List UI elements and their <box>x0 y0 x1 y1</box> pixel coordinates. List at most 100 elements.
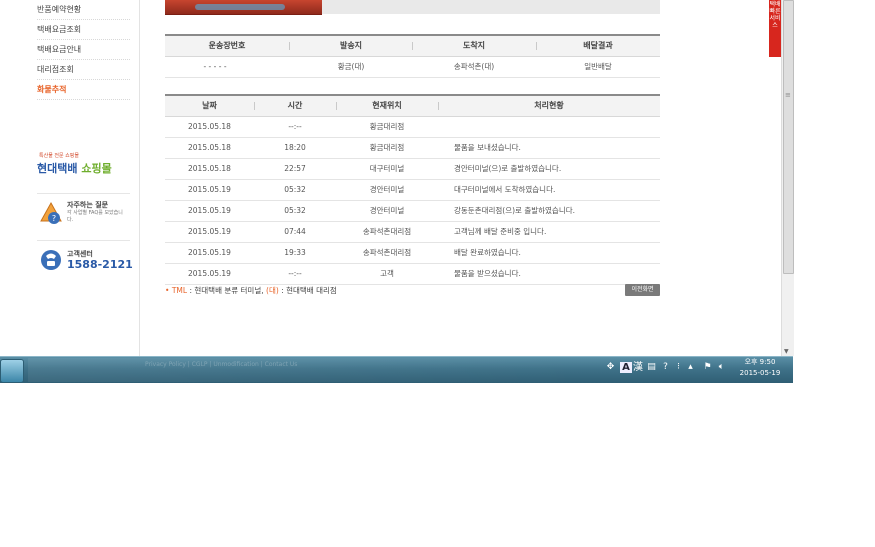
vertical-scrollbar[interactable]: ▼ <box>781 0 794 356</box>
delivery-result-value: 일반배달 <box>584 62 612 71</box>
row-location: 고객 <box>380 269 394 278</box>
row-location: 황금대리점 <box>369 143 405 152</box>
faq-link[interactable]: ? 자주하는 질문 각 사업별 FAQ를 모았습니다. <box>37 193 130 240</box>
table-row: 2015.05.19 05:32 경안터미널 강동둔촌대리점(으)로 출발하였습… <box>165 201 660 222</box>
row-time: --:-- <box>288 269 302 278</box>
sidebar-item-fee-guide[interactable]: 택배요금안내 <box>37 40 130 60</box>
sidebar-item-fee-lookup[interactable]: 택배요금조회 <box>37 20 130 40</box>
sidebar-item-return-status[interactable]: 반품예약현황 <box>37 0 130 20</box>
legend-bullet: • <box>165 286 170 295</box>
row-status: 강동둔촌대리점(으)로 출발하였습니다. <box>454 206 576 215</box>
header-date: 날짜 <box>202 101 217 110</box>
waybill-number: - - - - - <box>203 62 227 71</box>
row-location: 송파석촌대리점 <box>362 248 412 257</box>
top-banner-image <box>165 0 322 15</box>
phone-icon <box>41 250 61 270</box>
scroll-down-arrow-icon[interactable]: ▼ <box>784 348 789 355</box>
quick-service-banner[interactable]: 택배 빠른서비스 <box>769 0 781 57</box>
legend-dae-desc: : 현대택배 대리점 <box>281 286 337 295</box>
legend-tml: TML <box>171 286 188 295</box>
table-row: 2015.05.19 --:-- 고객 물품을 받으셨습니다. <box>165 264 660 285</box>
promo-tagline: 특산물 전문 쇼핑몰 <box>39 153 79 159</box>
sidebar-menu: 반품예약현황 택배요금조회 택배요금안내 대리점조회 화물추적 <box>37 0 130 100</box>
header-location: 현재위치 <box>372 101 402 110</box>
header-origin: 발송지 <box>339 41 363 50</box>
row-time: --:-- <box>288 122 302 131</box>
ime-pad-icon[interactable]: ▤ <box>646 362 657 373</box>
table-row: 2015.05.18 22:57 대구터미널 경안터미널(으)로 출발하였습니다… <box>165 159 660 180</box>
table-row: 2015.05.19 07:44 송파석촌대리점 고객님께 배달 준비중 입니다… <box>165 222 660 243</box>
top-banner-bar <box>322 0 660 14</box>
show-hidden-icons-icon[interactable]: ▴ <box>685 362 696 373</box>
header-waybill-no: 운송장번호 <box>208 41 246 50</box>
legend-note: • TML : 현대택배 분류 터미널, (대) : 현대택배 대리점 <box>165 285 337 296</box>
sidebar-item-cargo-tracking[interactable]: 화물추적 <box>37 80 130 100</box>
row-location: 경안터미널 <box>369 185 405 194</box>
row-location: 황금대리점 <box>369 122 405 131</box>
legend-tml-desc: : 현대택배 분류 터미널, <box>189 286 264 295</box>
row-date: 2015.05.19 <box>188 227 231 236</box>
header-status: 처리현황 <box>534 101 564 110</box>
lang-icon[interactable]: ✥ <box>605 362 616 373</box>
footer-ghost-text: Privacy Policy | CGLP | Unmodification |… <box>145 361 298 368</box>
previous-screen-button[interactable]: 이전화면 <box>625 284 660 296</box>
row-status: 대구터미널에서 도착하였습니다. <box>454 185 556 194</box>
volume-icon[interactable]: 🔈︎ <box>716 362 727 373</box>
summary-table: 운송장번호 발송지 도착지 배달결과 - - - - - 황금(대) 송파석촌(… <box>165 34 660 78</box>
promo-shop: 쇼핑몰 <box>81 162 112 175</box>
row-date: 2015.05.19 <box>188 206 231 215</box>
ime-hanja-indicator[interactable]: 漢 <box>632 362 644 373</box>
row-status: 배달 완료하였습니다. <box>454 248 521 257</box>
row-date: 2015.05.18 <box>188 164 231 173</box>
row-time: 18:20 <box>284 143 306 152</box>
tracking-table: 날짜 시간 현재위치 처리현황 2015.05.18 --:-- 황금대리점 2… <box>165 94 660 285</box>
svg-text:?: ? <box>52 214 56 223</box>
header-time: 시간 <box>287 101 303 110</box>
summary-row: - - - - - 황금(대) 송파석촌(대) 일반배달 <box>165 57 660 78</box>
row-location: 대구터미널 <box>369 164 405 173</box>
help-icon[interactable]: ? <box>660 362 671 373</box>
scrollbar-thumb[interactable] <box>783 0 794 274</box>
row-date: 2015.05.18 <box>188 143 231 152</box>
left-sidebar: 반품예약현황 택배요금조회 택배요금안내 대리점조회 화물추적 특산물 전문 쇼… <box>0 0 140 356</box>
start-button[interactable] <box>0 359 24 383</box>
table-row: 2015.05.19 19:33 송파석촌대리점 배달 완료하였습니다. <box>165 243 660 264</box>
row-time: 07:44 <box>284 227 306 236</box>
taskbar-clock[interactable]: 오후 9:50 2015-05-19 <box>735 357 785 379</box>
row-status: 고객님께 배달 준비중 입니다. <box>454 227 547 236</box>
flag-icon[interactable]: ⚑ <box>702 362 713 373</box>
row-date: 2015.05.19 <box>188 269 231 278</box>
row-date: 2015.05.19 <box>188 248 231 257</box>
row-time: 22:57 <box>284 164 306 173</box>
row-status: 물품을 받으셨습니다. <box>454 269 521 278</box>
clock-date: 2015-05-19 <box>739 369 781 377</box>
legend-dae: (대) <box>266 286 279 295</box>
row-time: 05:32 <box>284 206 306 215</box>
sidebar-item-agency-lookup[interactable]: 대리점조회 <box>37 60 130 80</box>
tracking-table-header: 날짜 시간 현재위치 처리현황 <box>165 94 660 117</box>
ime-alpha-indicator[interactable]: A <box>620 362 632 373</box>
table-row: 2015.05.19 05:32 경안터미널 대구터미널에서 도착하였습니다. <box>165 180 660 201</box>
header-destination: 도착지 <box>462 41 486 50</box>
taskbar-band <box>28 358 588 382</box>
row-date: 2015.05.18 <box>188 122 231 131</box>
customer-center-phone: 1588-2121 <box>67 258 133 271</box>
row-status <box>454 117 660 137</box>
row-status: 경안터미널(으)로 출발하였습니다. <box>454 164 562 173</box>
row-location: 송파석촌대리점 <box>362 227 412 236</box>
clock-time: 오후 9:50 <box>744 358 776 366</box>
settings-icon[interactable]: ⁝ <box>673 362 684 373</box>
customer-center-link[interactable]: 고객센터 1588-2121 <box>37 240 133 275</box>
shopping-mall-banner[interactable]: 특산물 전문 쇼핑몰 현대택배 쇼핑몰 <box>37 152 130 182</box>
faq-description: 각 사업별 FAQ를 모았습니다. <box>67 210 123 223</box>
taskbar: Privacy Policy | CGLP | Unmodification |… <box>0 356 793 383</box>
row-time: 05:32 <box>284 185 306 194</box>
table-row: 2015.05.18 18:20 황금대리점 물품을 보내셨습니다. <box>165 138 660 159</box>
faq-title: 자주하는 질문 <box>67 201 109 209</box>
destination-value: 송파석촌(대) <box>453 62 495 71</box>
promo-brand: 현대택배 <box>37 162 78 175</box>
summary-table-header: 운송장번호 발송지 도착지 배달결과 <box>165 34 660 57</box>
table-row: 2015.05.18 --:-- 황금대리점 <box>165 117 660 138</box>
origin-value: 황금(대) <box>337 62 365 71</box>
question-icon: ? <box>40 201 62 224</box>
